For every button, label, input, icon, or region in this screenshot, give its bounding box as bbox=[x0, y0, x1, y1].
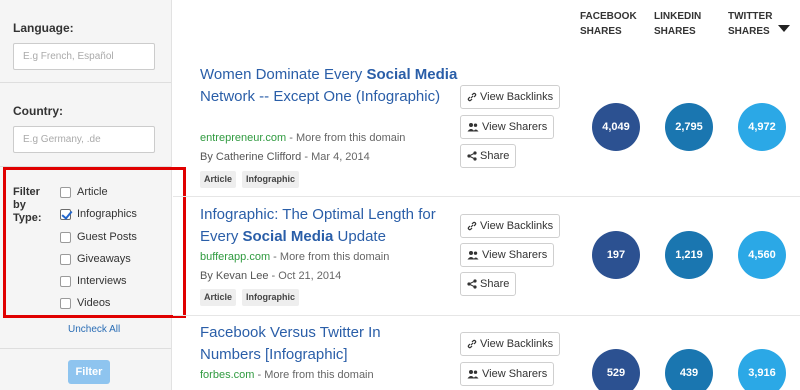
twitter-share-count: 4,972 bbox=[738, 103, 786, 151]
domain-line: bufferapp.com - More from this domain bbox=[200, 251, 389, 263]
result-title-link[interactable]: Facebook Versus Twitter In Numbers [Info… bbox=[200, 322, 420, 366]
byline: By Kevan Lee - Oct 21, 2014 bbox=[200, 270, 341, 282]
domain-link[interactable]: forbes.com bbox=[200, 369, 254, 381]
date: - Mar 4, 2014 bbox=[301, 151, 370, 163]
facebook-share-count: 529 bbox=[592, 349, 640, 390]
link-icon bbox=[467, 339, 477, 349]
twitter-share-count: 4,560 bbox=[738, 231, 786, 279]
view-backlinks-button[interactable]: View Backlinks bbox=[460, 85, 561, 109]
more-from-domain-link[interactable]: - More from this domain bbox=[286, 132, 405, 144]
linkedin-share-count: 439 bbox=[665, 349, 713, 390]
users-icon bbox=[467, 122, 479, 132]
divider bbox=[0, 82, 171, 83]
domain-line: entrepreneur.com - More from this domain bbox=[200, 132, 405, 144]
domain-line: forbes.com - More from this domain bbox=[200, 369, 374, 381]
filter-button[interactable]: Filter bbox=[68, 360, 110, 384]
linkedin-share-count: 2,795 bbox=[665, 103, 713, 151]
uncheck-all-link[interactable]: Uncheck All bbox=[68, 324, 120, 335]
highlight-box bbox=[3, 167, 186, 318]
result-row: Facebook Versus Twitter In Numbers [Info… bbox=[173, 316, 800, 390]
result-row: Women Dominate Every Social Media Networ… bbox=[173, 60, 800, 196]
view-sharers-button[interactable]: View Sharers bbox=[460, 362, 555, 386]
country-input[interactable] bbox=[13, 126, 155, 153]
link-icon bbox=[467, 221, 477, 231]
linkedin-share-count: 1,219 bbox=[665, 231, 713, 279]
view-backlinks-button[interactable]: View Backlinks bbox=[460, 332, 561, 356]
twitter-share-count: 3,916 bbox=[738, 349, 786, 390]
sort-descending-icon[interactable] bbox=[778, 25, 790, 32]
more-from-domain-link[interactable]: - More from this domain bbox=[270, 251, 389, 263]
date: - Oct 21, 2014 bbox=[268, 270, 342, 282]
more-from-domain-link[interactable]: - More from this domain bbox=[254, 369, 373, 381]
language-label: Language: bbox=[13, 21, 74, 35]
byline: By Catherine Clifford - Mar 4, 2014 bbox=[200, 151, 370, 163]
tag-infographic[interactable]: Infographic bbox=[242, 171, 299, 188]
view-sharers-button[interactable]: View Sharers bbox=[460, 243, 555, 267]
tag-infographic[interactable]: Infographic bbox=[242, 289, 299, 306]
result-title-link[interactable]: Women Dominate Every Social Media Networ… bbox=[200, 64, 462, 108]
facebook-share-count: 197 bbox=[592, 231, 640, 279]
domain-link[interactable]: entrepreneur.com bbox=[200, 132, 286, 144]
twitter-shares-header[interactable]: TWITTER SHARES bbox=[728, 9, 794, 39]
facebook-share-count: 4,049 bbox=[592, 103, 640, 151]
view-sharers-button[interactable]: View Sharers bbox=[460, 115, 555, 139]
share-icon bbox=[467, 279, 477, 289]
linkedin-shares-header[interactable]: LINKEDIN SHARES bbox=[654, 9, 720, 39]
share-button[interactable]: Share bbox=[460, 144, 517, 168]
author[interactable]: By Kevan Lee bbox=[200, 270, 269, 282]
view-backlinks-button[interactable]: View Backlinks bbox=[460, 214, 561, 238]
share-button[interactable]: Share bbox=[460, 272, 517, 296]
link-icon bbox=[467, 92, 477, 102]
users-icon bbox=[467, 250, 479, 260]
author[interactable]: By Catherine Clifford bbox=[200, 151, 301, 163]
users-icon bbox=[467, 369, 479, 379]
result-title-link[interactable]: Infographic: The Optimal Length for Ever… bbox=[200, 204, 462, 248]
domain-link[interactable]: bufferapp.com bbox=[200, 251, 270, 263]
tag-article[interactable]: Article bbox=[200, 171, 237, 188]
language-input[interactable] bbox=[13, 43, 155, 70]
country-label: Country: bbox=[13, 104, 63, 118]
result-row: Infographic: The Optimal Length for Ever… bbox=[173, 197, 800, 315]
divider bbox=[0, 348, 171, 349]
share-icon bbox=[467, 151, 477, 161]
facebook-shares-header[interactable]: FACEBOOK SHARES bbox=[580, 9, 646, 39]
tag-article[interactable]: Article bbox=[200, 289, 237, 306]
